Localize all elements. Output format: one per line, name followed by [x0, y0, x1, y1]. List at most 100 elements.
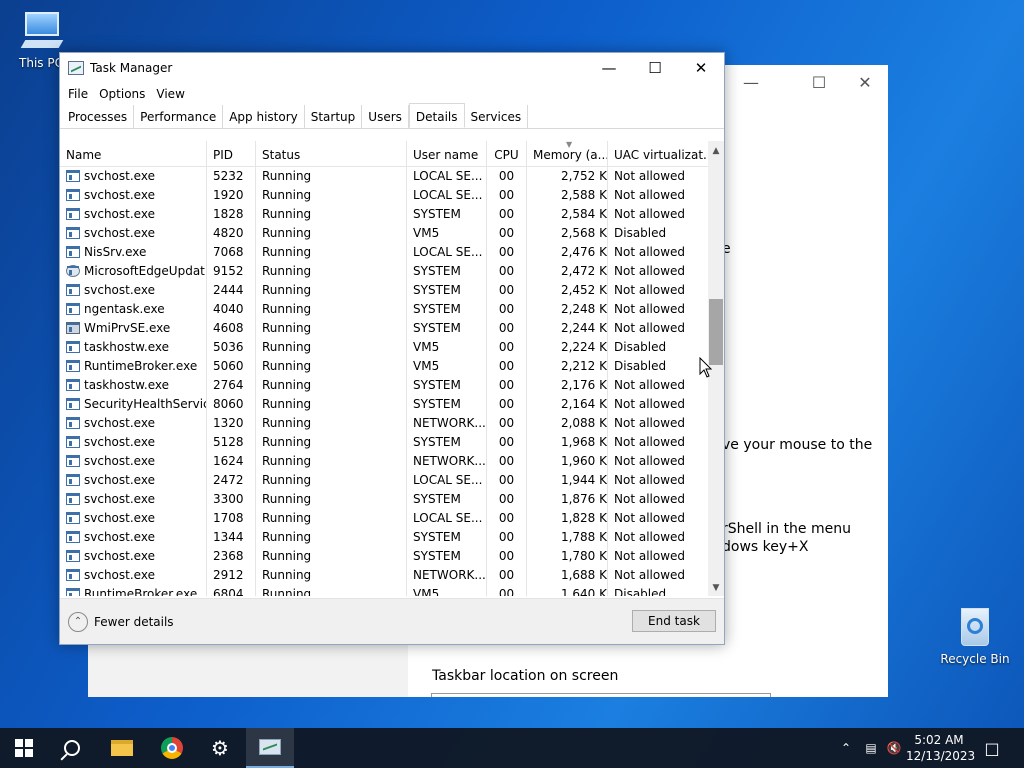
scroll-down-icon[interactable]: ▼: [708, 580, 724, 596]
end-task-button[interactable]: End task: [632, 610, 716, 632]
table-row[interactable]: svchost.exe 5232 Running LOCAL SE... 00 2,752…: [60, 167, 708, 186]
settings-button[interactable]: ⚙: [196, 728, 244, 768]
column-header-uac[interactable]: UAC virtualizat...: [608, 141, 708, 166]
cell-name: WmiPrvSE.exe: [60, 319, 207, 338]
tab-details[interactable]: Details: [408, 103, 465, 128]
cell-name: svchost.exe: [60, 224, 207, 243]
network-icon[interactable]: ▤: [860, 728, 882, 768]
service-icon: [66, 246, 80, 258]
maximize-icon[interactable]: ☐: [796, 73, 842, 92]
cell-memory: 1,688 K: [527, 566, 608, 585]
cell-name: taskhostw.exe: [60, 338, 207, 357]
process-name: svchost.exe: [84, 169, 155, 183]
table-row[interactable]: SecurityHealthServic...8060RunningSYSTEM…: [60, 395, 708, 414]
cell-status: Running: [256, 357, 407, 376]
cell-memory: 1,788 K: [527, 528, 608, 547]
cell-status: Running: [256, 585, 407, 596]
minimize-button[interactable]: —: [586, 53, 632, 83]
table-row[interactable]: taskhostw.exe 5036 Running VM5 00 2,224 K Disa…: [60, 338, 708, 357]
cell-memory: 2,452 K: [527, 281, 608, 300]
table-row[interactable]: svchost.exe 1624 Running NETWORK... 00 1,960 …: [60, 452, 708, 471]
tab-startup[interactable]: Startup: [305, 105, 363, 128]
menu-view[interactable]: View: [156, 83, 191, 105]
table-row[interactable]: svchost.exe 3300 Running SYSTEM 00 1,876 K Not…: [60, 490, 708, 509]
cell-user-name: LOCAL SE...: [407, 243, 487, 262]
cell-memory: 1,968 K: [527, 433, 608, 452]
table-row[interactable]: svchost.exe 1344 Running SYSTEM 00 1,788 K Not…: [60, 528, 708, 547]
menu-options[interactable]: Options: [99, 83, 152, 105]
cell-user-name: SYSTEM: [407, 319, 487, 338]
cell-memory: 2,176 K: [527, 376, 608, 395]
column-header-pid[interactable]: PID: [207, 141, 256, 166]
maximize-button[interactable]: ☐: [632, 53, 678, 83]
cell-status: Running: [256, 528, 407, 547]
fewer-details-link[interactable]: Fewer details: [94, 615, 174, 629]
minimize-icon[interactable]: —: [728, 73, 774, 92]
file-explorer-button[interactable]: [98, 728, 146, 768]
cell-name: svchost.exe: [60, 281, 207, 300]
table-row[interactable]: svchost.exe 1828 Running SYSTEM 00 2,584 K Not…: [60, 205, 708, 224]
table-row[interactable]: svchost.exe 1320 Running NETWORK... 00 2,088 …: [60, 414, 708, 433]
table-row[interactable]: svchost.exe 1920 Running LOCAL SE... 00 2,588…: [60, 186, 708, 205]
search-button[interactable]: [48, 728, 96, 768]
table-row[interactable]: svchost.exe 2444 Running SYSTEM 00 2,452 K Not…: [60, 281, 708, 300]
scroll-up-icon[interactable]: ▲: [708, 143, 724, 159]
cell-memory: 2,584 K: [527, 205, 608, 224]
cell-pid: 1624: [207, 452, 256, 471]
service-icon: [66, 455, 80, 467]
tab-performance[interactable]: Performance: [134, 105, 224, 128]
taskbar-location-dropdown[interactable]: [431, 693, 771, 697]
column-header-user-name[interactable]: User name: [407, 141, 487, 166]
cell-memory: 2,752 K: [527, 167, 608, 186]
table-row[interactable]: MicrosoftEdgeUpdat... 9152 Running SYSTEM 00…: [60, 262, 708, 281]
cell-cpu: 00: [487, 490, 527, 509]
chrome-button[interactable]: [148, 728, 196, 768]
scrollbar-thumb[interactable]: [709, 299, 723, 365]
table-row[interactable]: taskhostw.exe 2764 Running SYSTEM 00 2,176 K N…: [60, 376, 708, 395]
tab-users[interactable]: Users: [362, 105, 409, 128]
tab-app-history[interactable]: App history: [223, 105, 305, 128]
volume-muted-icon[interactable]: 🔇: [884, 728, 904, 768]
table-row[interactable]: svchost.exe 2472 Running LOCAL SE... 00 1,944…: [60, 471, 708, 490]
table-row[interactable]: svchost.exe 2912 Running NETWORK... 00 1,688 …: [60, 566, 708, 585]
notification-center-icon[interactable]: □: [980, 728, 1004, 768]
task-manager-taskbar-button[interactable]: [246, 728, 294, 768]
cell-user-name: SYSTEM: [407, 300, 487, 319]
cell-cpu: 00: [487, 338, 527, 357]
cell-memory: 2,164 K: [527, 395, 608, 414]
tray-overflow-chevron-icon[interactable]: ⌃: [836, 728, 856, 768]
table-row[interactable]: NisSrv.exe 7068 Running LOCAL SE... 00 2,476 …: [60, 243, 708, 262]
tab-processes[interactable]: Processes: [62, 105, 135, 128]
task-manager-window: Task Manager — ☐ ✕ File Options View Pro…: [59, 52, 725, 645]
column-header-name[interactable]: Name: [60, 141, 207, 166]
start-button[interactable]: [0, 728, 48, 768]
chevron-up-icon[interactable]: ⌃: [68, 612, 88, 632]
tab-services[interactable]: Services: [465, 105, 529, 128]
cell-name: NisSrv.exe: [60, 243, 207, 262]
table-row[interactable]: RuntimeBroker.exe 6804 Running VM5 00 1,640 K…: [60, 585, 708, 596]
process-name: NisSrv.exe: [84, 245, 147, 259]
column-header-cpu[interactable]: CPU: [487, 141, 527, 166]
table-row[interactable]: svchost.exe 2368 Running SYSTEM 00 1,780 K Not…: [60, 547, 708, 566]
table-row[interactable]: svchost.exe 1708 Running LOCAL SE... 00 1,828…: [60, 509, 708, 528]
folder-icon: [111, 740, 133, 756]
cell-uac: Not allowed: [614, 454, 686, 468]
cell-user-name: LOCAL SE...: [407, 167, 487, 186]
table-row[interactable]: svchost.exe 5128 Running SYSTEM 00 1,968 K Not…: [60, 433, 708, 452]
table-row[interactable]: RuntimeBroker.exe 5060 Running VM5 00 2,212 K…: [60, 357, 708, 376]
cell-name: SecurityHealthServic...: [60, 395, 207, 414]
table-row[interactable]: WmiPrvSE.exe 4608 Running SYSTEM 00 2,244 K No…: [60, 319, 708, 338]
column-header-status[interactable]: Status: [256, 141, 407, 166]
close-icon[interactable]: ✕: [842, 73, 888, 92]
table-row[interactable]: ngentask.exe 4040 Running SYSTEM 00 2,248 K No…: [60, 300, 708, 319]
close-button[interactable]: ✕: [678, 53, 724, 83]
cell-pid: 9152: [207, 262, 256, 281]
desktop-icon-recycle-bin[interactable]: Recycle Bin: [940, 602, 1010, 666]
menu-file[interactable]: File: [68, 83, 95, 105]
clock[interactable]: 5:02 AM 12/13/2023: [906, 732, 975, 764]
settings-text-fragment: dows key+X: [722, 539, 809, 555]
cell-memory: 2,224 K: [527, 338, 608, 357]
title-bar[interactable]: Task Manager — ☐ ✕: [60, 53, 724, 83]
cell-cpu: 00: [487, 471, 527, 490]
table-row[interactable]: svchost.exe 4820 Running VM5 00 2,568 K Disabl…: [60, 224, 708, 243]
